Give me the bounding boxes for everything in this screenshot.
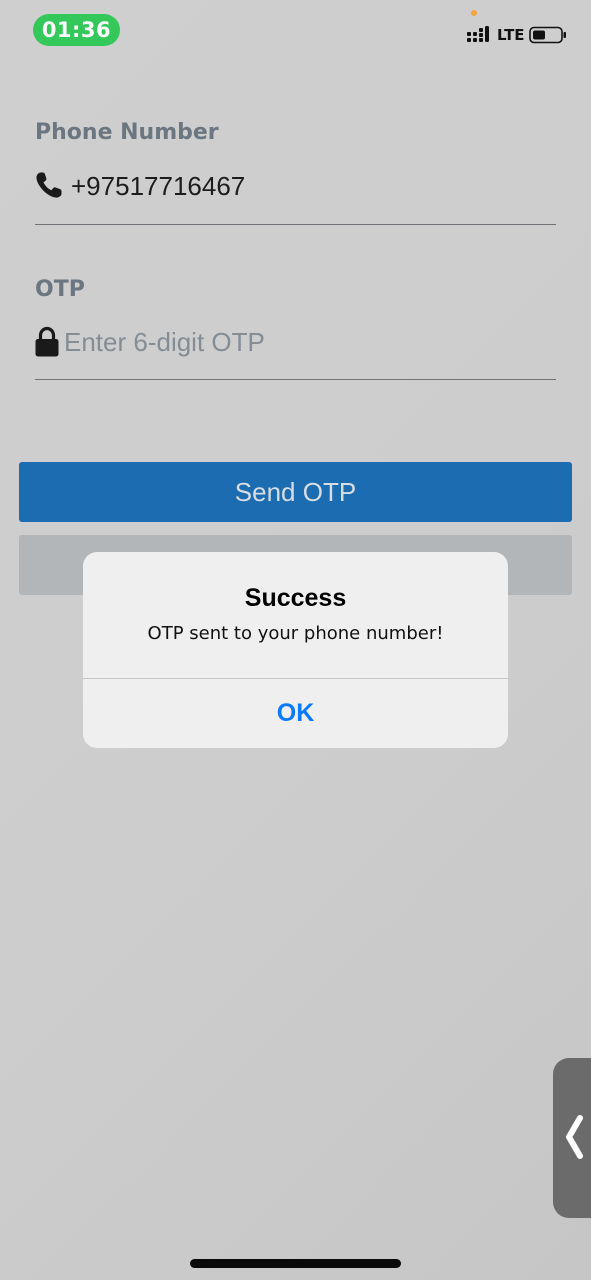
home-indicator[interactable] bbox=[190, 1259, 401, 1268]
otp-input[interactable] bbox=[64, 322, 544, 362]
network-type-label: LTE bbox=[497, 26, 525, 44]
side-drawer-handle[interactable] bbox=[553, 1058, 591, 1218]
phone-number-value[interactable]: +97517716467 bbox=[71, 168, 245, 204]
chevron-left-icon bbox=[566, 1115, 583, 1159]
alert-message: OTP sent to your phone number! bbox=[147, 623, 444, 644]
privacy-indicator-dot bbox=[471, 10, 477, 16]
lock-icon bbox=[35, 326, 59, 357]
signal-icon bbox=[467, 26, 489, 42]
success-alert-dialog: Success OTP sent to your phone number! O… bbox=[83, 552, 508, 748]
status-time: 01:36 bbox=[33, 14, 120, 46]
app-screen: 01:36 LTE Phone Number +97517716467 OTP … bbox=[0, 0, 591, 1280]
phone-field-underline bbox=[35, 224, 556, 225]
alert-title: Success bbox=[244, 584, 347, 612]
battery-icon bbox=[529, 26, 566, 44]
phone-number-label: Phone Number bbox=[35, 120, 219, 145]
otp-field-underline bbox=[35, 379, 556, 380]
otp-label: OTP bbox=[35, 277, 85, 302]
send-otp-button[interactable]: Send OTP bbox=[19, 462, 572, 522]
phone-icon bbox=[36, 172, 62, 198]
alert-ok-button[interactable]: OK bbox=[83, 679, 508, 748]
